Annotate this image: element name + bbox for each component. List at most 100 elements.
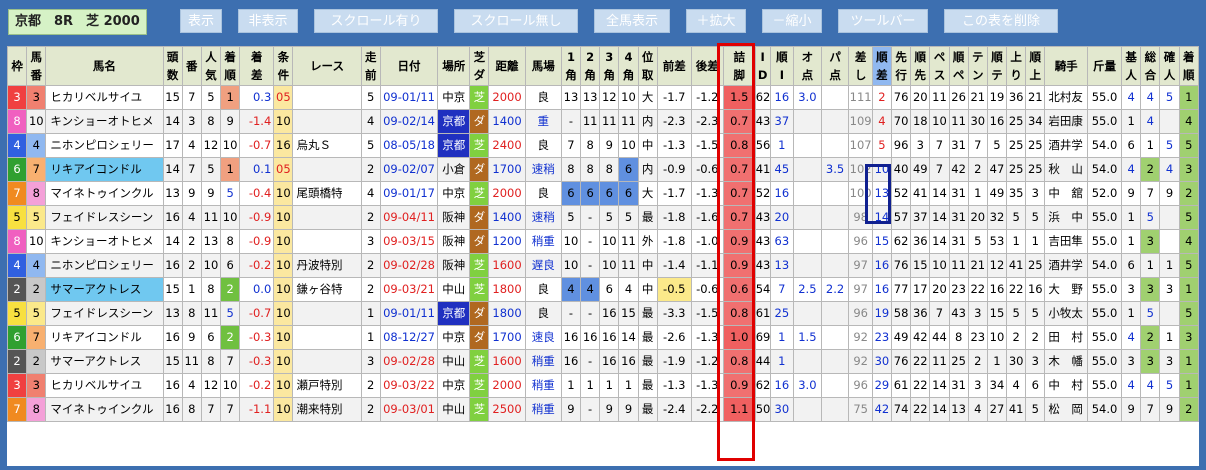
- cell-distance: 1700: [488, 325, 526, 350]
- cell-place: 中京: [437, 325, 471, 350]
- cell-date: 09-01/11: [379, 301, 439, 326]
- cell-jun-i: 7: [769, 277, 795, 302]
- cell-ten: 3: [967, 373, 988, 398]
- cell-soumae: 4: [360, 181, 381, 206]
- cell-chakujun2: 4: [1178, 229, 1200, 254]
- cell-maesa: -1.7: [656, 85, 692, 110]
- table-row[interactable]: 5 5 フェイドレスシーン 16 4 11 10 -0.9 10 2 09-04/11 阪神ダ 1400…: [6, 205, 1200, 230]
- table-row[interactable]: 4 4 ニホンピロシェリー 16 2 10 6 -0.2 10 丹波特別 2 09-02/28 阪神芝 1…: [6, 253, 1200, 278]
- cell-kakujin: 9: [1159, 397, 1180, 422]
- cell-place: 京都: [437, 109, 471, 134]
- cell-jockey: 大 野: [1044, 277, 1088, 302]
- cell-jun-ten: 53: [986, 229, 1008, 254]
- cell-race: 鎌ヶ谷特: [292, 277, 362, 302]
- scroll-on-button[interactable]: スクロール有り: [314, 9, 438, 33]
- cell-jun-sa: 23: [871, 325, 893, 350]
- cell-sogo: 3: [1140, 349, 1161, 374]
- table-row[interactable]: 3 3 ヒカリベルサイユ 15 7 5 1 0.3 05 5 09-01/11 中京芝 2000 良 13 1…: [6, 85, 1200, 110]
- cell-sashi: 102: [848, 157, 873, 182]
- cell-jun-i: 16: [769, 181, 795, 206]
- toolbar-button[interactable]: ツールバー: [838, 9, 928, 33]
- cell-kijin: 6: [1121, 133, 1142, 158]
- cell-agari: 41: [1006, 253, 1027, 278]
- cell-ninki: 8: [200, 349, 222, 374]
- cell-jun-sen: 36: [910, 229, 931, 254]
- cell-kakujin: 1: [1159, 253, 1180, 278]
- cell-kakujin: 4: [1159, 157, 1180, 182]
- cell-umaban: 2: [26, 277, 47, 302]
- cell-date: 09-02/28: [379, 253, 439, 278]
- cell-maesa: -3.3: [656, 301, 692, 326]
- cell-chakujun2: 2: [1178, 397, 1200, 422]
- header-distance: 距離: [488, 46, 526, 86]
- cell-joken: 10: [273, 277, 294, 302]
- table-row[interactable]: 5 5 フェイドレスシーン 13 8 11 5 -0.7 10 1 09-01/11 京都ダ 1800 良…: [6, 301, 1200, 326]
- zoom-out-button[interactable]: －縮小: [762, 9, 822, 33]
- show-all-horses-button[interactable]: 全馬表示: [594, 9, 670, 33]
- cell-shibada: 芝: [469, 397, 490, 422]
- cell-id: 52: [754, 181, 771, 206]
- cell-soumae: 5: [360, 133, 381, 158]
- cell-atosa: -1.2: [690, 349, 724, 374]
- cell-chakusa: -1.4: [239, 109, 275, 134]
- table-row[interactable]: 4 4 ニホンピロシェリー 17 4 12 10 -0.7 16 烏丸Ｓ 5 08-05/18 京都芝 2…: [6, 133, 1200, 158]
- cell-corner4: 15: [618, 301, 639, 326]
- table-row[interactable]: 2 2 サマーアクトレス 15 1 8 2 0.0 10 鎌ヶ谷特 2 09-03/21 中山芝 1800…: [6, 277, 1200, 302]
- show-button[interactable]: 表示: [180, 9, 222, 33]
- cell-tsumeashi: 1.5: [722, 85, 756, 110]
- cell-ichidori: 最: [637, 373, 658, 398]
- table-row[interactable]: 6 7 リキアイコンドル 14 7 5 1 0.1 05 2 09-02/07 小倉ダ 1700 速稍 8 8…: [6, 157, 1200, 182]
- cell-id: 62: [754, 85, 771, 110]
- cell-kijin: 4: [1121, 373, 1142, 398]
- cell-jun-sen: 49: [910, 157, 931, 182]
- cell-joken: 10: [273, 253, 294, 278]
- cell-jun-pe: 13: [948, 397, 969, 422]
- cell-atosa: -1.5: [690, 301, 724, 326]
- cell-sashi: 92: [848, 349, 873, 374]
- header-agari: 上り: [1006, 46, 1027, 86]
- cell-tosu: 13: [162, 181, 183, 206]
- cell-ten: 20: [967, 205, 988, 230]
- cell-agari: 25: [1006, 157, 1027, 182]
- header-sashi: 差し: [848, 46, 873, 86]
- table-row[interactable]: 7 8 マイネトゥインクル 16 8 7 7 -1.1 10 潮来特別 2 09-03/01 中山芝 25…: [6, 397, 1200, 422]
- cell-o-ten: 1.5: [793, 325, 822, 350]
- cell-kinryo: 54.0: [1086, 133, 1123, 158]
- table-row[interactable]: 7 8 マイネトゥインクル 13 9 9 5 -0.4 10 尾頭橋特 4 09-01/17 中京芝 20…: [6, 181, 1200, 206]
- zoom-in-button[interactable]: ＋拡大: [686, 9, 746, 33]
- header-jockey: 騎手: [1044, 46, 1088, 86]
- cell-soumae: 3: [360, 349, 381, 374]
- cell-joken: 05: [273, 157, 294, 182]
- cell-maesa: -1.3: [656, 133, 692, 158]
- cell-chakujun: 7: [220, 397, 241, 422]
- table-row[interactable]: 8 10 キンショーオトヒメ 14 2 13 8 -0.9 10 3 09-03/15 阪神ダ 1200…: [6, 229, 1200, 254]
- cell-jun-ten: 34: [986, 373, 1008, 398]
- table-row[interactable]: 8 10 キンショーオトヒメ 14 3 8 9 -1.4 10 4 09-02/14 京都ダ 1400 重…: [6, 109, 1200, 134]
- cell-id: 43: [754, 229, 771, 254]
- cell-baba: 速稍: [524, 157, 562, 182]
- cell-pesu: 14: [929, 229, 950, 254]
- table-row[interactable]: 3 3 ヒカリベルサイユ 16 4 12 10 -0.2 10 瀬戸特別 2 09-03/22 中京芝 2…: [6, 373, 1200, 398]
- cell-ten: 4: [967, 397, 988, 422]
- cell-shibada: 芝: [469, 85, 490, 110]
- cell-jun-agari: 5: [1025, 301, 1046, 326]
- cell-soumae: 4: [360, 109, 381, 134]
- cell-jun-sen: 42: [910, 325, 931, 350]
- cell-jun-sen: 20: [910, 85, 931, 110]
- cell-jockey: 北村友: [1044, 85, 1088, 110]
- cell-jun-sa: 2: [871, 85, 893, 110]
- cell-ichidori: 最: [637, 397, 658, 422]
- cell-waku: 6: [6, 325, 28, 350]
- cell-jockey: 中 村: [1044, 373, 1088, 398]
- cell-jun-sa: 29: [871, 373, 893, 398]
- cell-sashi: 109: [848, 109, 873, 134]
- cell-kijin: 4: [1121, 325, 1142, 350]
- delete-table-button[interactable]: この表を削除: [944, 9, 1058, 33]
- hide-button[interactable]: 非表示: [238, 9, 298, 33]
- cell-horse-name: フェイドレスシーン: [45, 301, 164, 326]
- scroll-off-button[interactable]: スクロール無し: [454, 9, 578, 33]
- cell-corner2: 13: [580, 85, 601, 110]
- table-row[interactable]: 6 7 リキアイコンドル 16 9 6 2 -0.3 10 1 08-12/27 中京ダ 1700 速良 1…: [6, 325, 1200, 350]
- table-row[interactable]: 2 2 サマーアクトレス 15 11 8 7 -0.3 10 3 09-02/28 中山芝 1600 稍重…: [6, 349, 1200, 374]
- cell-jockey: 秋 山: [1044, 157, 1088, 182]
